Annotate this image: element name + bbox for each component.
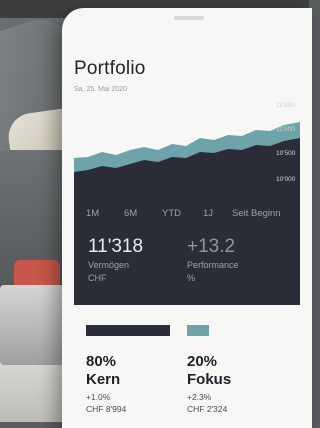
- total-value-label: Vermögen: [88, 260, 130, 270]
- performance-value: +13.2: [187, 236, 236, 257]
- performance-unit: %: [187, 273, 196, 283]
- range-tab-since-start[interactable]: Seit Beginn: [232, 208, 281, 219]
- page-date: Sa, 25. Mai 2020: [74, 86, 127, 93]
- phone-screen: Portfolio Sa, 25. Mai 2020 11'500 11'000…: [62, 8, 312, 428]
- y-tick-label: 10'500: [276, 150, 296, 157]
- y-tick-label: 11'500: [276, 102, 295, 109]
- allocation-name-kern[interactable]: Kern: [86, 371, 120, 388]
- performance-panel: 11'500 11'000 10'500 10'000 1M 6M YTD 1J…: [74, 100, 300, 305]
- y-tick-label: 11'000: [276, 126, 295, 133]
- range-tab-1j[interactable]: 1J: [203, 208, 213, 219]
- side-table: [0, 285, 70, 365]
- range-tab-1m[interactable]: 1M: [86, 208, 99, 219]
- allocation-bar-fokus: [187, 325, 209, 336]
- allocation-change-kern: +1.0%: [86, 392, 111, 402]
- performance-label: Performance: [187, 260, 239, 270]
- total-value: 11'318: [88, 236, 144, 257]
- total-value-unit: CHF: [88, 273, 107, 283]
- range-tab-6m[interactable]: 6M: [124, 208, 137, 219]
- allocation-pct-kern: 80%: [86, 353, 117, 370]
- allocation-bar-kern: [86, 325, 170, 336]
- allocation-pct-fokus: 20%: [187, 353, 218, 370]
- time-range-tabs: 1M 6M YTD 1J Seit Beginn: [74, 208, 300, 222]
- allocation-change-fokus: +2.3%: [187, 392, 212, 402]
- y-tick-label: 10'000: [276, 176, 296, 183]
- page-title: Portfolio: [74, 58, 146, 79]
- performance-chart: [74, 100, 300, 200]
- allocation-amount-kern: CHF 8'994: [86, 404, 127, 414]
- allocation-amount-fokus: CHF 2'324: [187, 404, 228, 414]
- allocation-name-fokus[interactable]: Fokus: [187, 371, 231, 388]
- speaker-notch: [174, 16, 204, 20]
- range-tab-ytd[interactable]: YTD: [162, 208, 181, 219]
